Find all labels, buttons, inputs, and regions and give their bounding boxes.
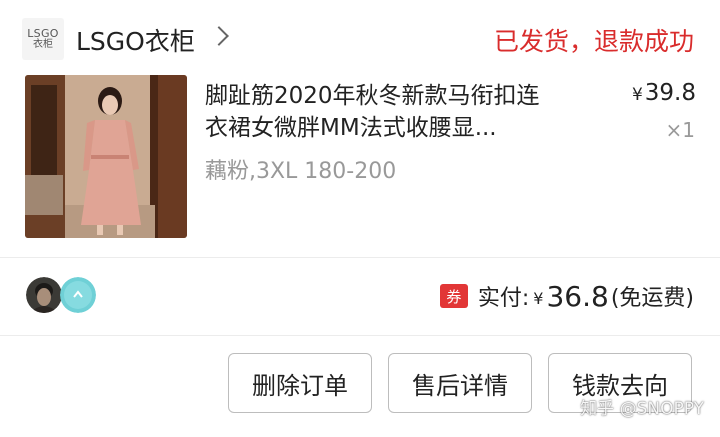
product-title[interactable]: 脚趾筋2020年秋冬新款马衔扣连 衣裙女微胖MM法式收腰显... — [205, 80, 620, 144]
product-title-line-1: 脚趾筋2020年秋冬新款马衔扣连 — [205, 83, 540, 109]
chevron-right-icon[interactable] — [209, 26, 229, 46]
payment-summary: 券 实付: ¥ 36.8 (免运费) — [439, 277, 694, 315]
coupon-badge: 券 — [439, 284, 468, 308]
delete-order-button[interactable]: 删除订单 — [228, 353, 372, 413]
paid-label: 实付: — [477, 286, 530, 311]
price-currency: ¥ — [631, 85, 643, 105]
avatar[interactable] — [60, 277, 96, 313]
paid-amount: 36.8 — [546, 279, 609, 313]
order-status: 已发货，退款成功 — [493, 27, 694, 56]
product-spec: 藕粉,3XL 180-200 — [205, 159, 397, 184]
product-price: ¥39.8 — [632, 80, 696, 106]
divider — [0, 257, 720, 258]
product-title-line-2: 衣裙女微胖MM法式收腰显... — [205, 115, 497, 141]
product-quantity: ×1 — [665, 118, 695, 142]
money-flow-button[interactable]: 钱款去向 — [548, 353, 692, 413]
shipping-note: (免运费) — [610, 286, 694, 311]
shop-logo-subtext: 衣柜 — [33, 38, 53, 50]
order-header: LSGO 衣柜 LSGO衣柜 已发货，退款成功 — [0, 0, 720, 75]
shop-name-link[interactable]: LSGO衣柜 — [76, 22, 195, 58]
order-card: LSGO 衣柜 LSGO衣柜 已发货，退款成功 脚趾筋2020年秋冬新款马衔扣连 — [0, 0, 720, 437]
divider — [0, 335, 720, 336]
after-sale-details-button[interactable]: 售后详情 — [388, 353, 532, 413]
product-image[interactable] — [25, 75, 187, 238]
shop-logo-text: LSGO — [27, 26, 59, 40]
paid-currency: ¥ — [533, 288, 544, 308]
avatar[interactable] — [26, 277, 62, 313]
shop-logo[interactable]: LSGO 衣柜 — [22, 18, 64, 60]
price-value: 39.8 — [644, 80, 696, 106]
